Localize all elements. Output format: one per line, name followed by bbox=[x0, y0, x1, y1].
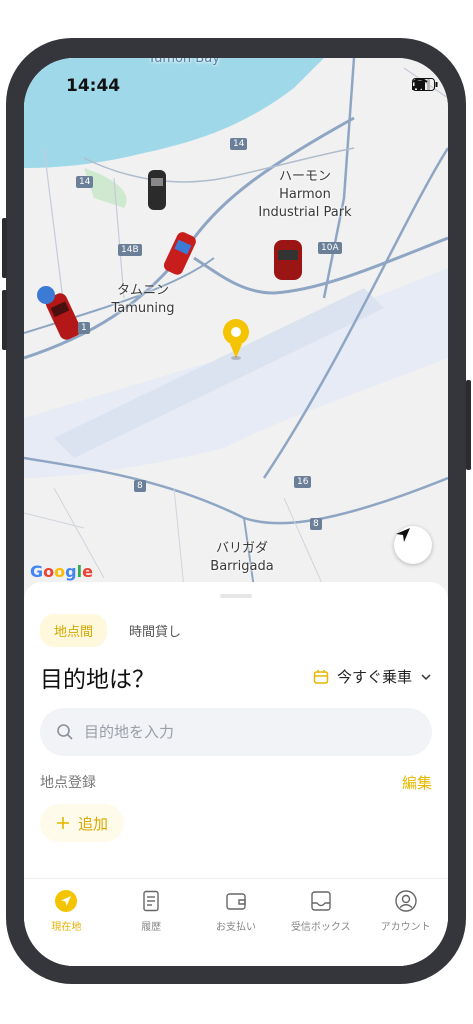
status-time: 14:44 bbox=[66, 76, 121, 96]
tab-label: アカウント bbox=[380, 922, 431, 933]
tab-point-to-point[interactable]: 地点間 bbox=[40, 614, 108, 647]
car-icon bbox=[274, 240, 302, 280]
plus-icon bbox=[57, 817, 69, 829]
route-shield: 8 bbox=[310, 518, 322, 530]
route-shield: 14B bbox=[118, 244, 142, 256]
add-saved-place-button[interactable]: 追加 bbox=[40, 804, 125, 842]
add-label: 追加 bbox=[78, 814, 109, 833]
destination-question: 目的地は？ bbox=[40, 667, 155, 693]
tab-label: お支払い bbox=[215, 922, 256, 933]
sheet-handle[interactable] bbox=[220, 594, 252, 598]
location-icon bbox=[55, 890, 78, 912]
map-label-tamuning-jp: タムニン bbox=[116, 283, 169, 298]
tab-payment[interactable]: お支払い bbox=[194, 879, 279, 966]
search-icon bbox=[57, 724, 73, 740]
phone-side-button bbox=[2, 290, 7, 350]
destination-input[interactable] bbox=[82, 722, 406, 742]
route-shield: 8 bbox=[134, 480, 146, 492]
poi-marker-icon bbox=[37, 286, 55, 304]
tab-label: 現在地 bbox=[51, 922, 82, 933]
bottom-tab-bar: 現在地 履歴 お支払い 受信ボックス アカウント bbox=[24, 878, 448, 966]
map-label-tamuning-en: Tamuning bbox=[111, 301, 175, 316]
map-view[interactable]: 14:44 14 14 14B 10A 8 16 8 1 Tumon Bay ハ… bbox=[24, 58, 448, 588]
map-label-harmon-en: Harmon bbox=[279, 187, 331, 202]
saved-places-label: 地点登録 bbox=[40, 775, 96, 791]
route-shield: 14 bbox=[230, 138, 248, 150]
chevron-down-icon bbox=[421, 673, 431, 680]
my-location-button[interactable] bbox=[394, 526, 432, 564]
battery-icon bbox=[412, 78, 438, 91]
map-label-tumon-bay: Tumon Bay bbox=[148, 58, 220, 66]
tab-label: 履歴 bbox=[141, 922, 162, 933]
inbox-icon bbox=[311, 891, 331, 911]
route-shield: 16 bbox=[294, 476, 312, 488]
tab-current-location[interactable]: 現在地 bbox=[24, 879, 109, 966]
map-label-harmon-jp: ハーモン bbox=[278, 169, 331, 184]
phone-side-button bbox=[2, 218, 7, 278]
wallet-icon bbox=[226, 893, 246, 910]
trip-type-tabs: 地点間 時間貸し bbox=[40, 614, 195, 647]
navigation-arrow-icon bbox=[396, 528, 410, 542]
tab-history[interactable]: 履歴 bbox=[109, 879, 194, 966]
calendar-icon bbox=[313, 669, 329, 684]
route-shield: 1 bbox=[78, 322, 90, 334]
map-label-barrigada-jp: バリガダ bbox=[215, 541, 268, 556]
tab-label: 受信ボックス bbox=[290, 922, 351, 933]
ride-time-selector[interactable]: 今すぐ乗車 bbox=[313, 666, 432, 687]
map-label-harmon-sub: Industrial Park bbox=[258, 205, 352, 220]
phone-side-button bbox=[466, 380, 471, 470]
account-icon bbox=[394, 890, 417, 912]
tab-inbox[interactable]: 受信ボックス bbox=[278, 879, 363, 966]
ride-time-label: 今すぐ乗車 bbox=[336, 668, 412, 686]
destination-search[interactable] bbox=[40, 708, 432, 756]
route-shield: 10A bbox=[318, 242, 342, 254]
route-shield: 14 bbox=[76, 176, 94, 188]
car-icon bbox=[148, 170, 166, 210]
history-icon bbox=[143, 890, 159, 912]
google-attribution: Google bbox=[30, 562, 93, 581]
edit-saved-places-button[interactable]: 編集 bbox=[402, 772, 432, 793]
tab-hourly-rental[interactable]: 時間貸し bbox=[115, 614, 195, 647]
app-screen: 14:44 14 14 14B 10A 8 16 8 1 Tumon Bay ハ… bbox=[24, 58, 448, 966]
map-label-barrigada-en: Barrigada bbox=[210, 559, 274, 574]
tab-account[interactable]: アカウント bbox=[363, 879, 448, 966]
